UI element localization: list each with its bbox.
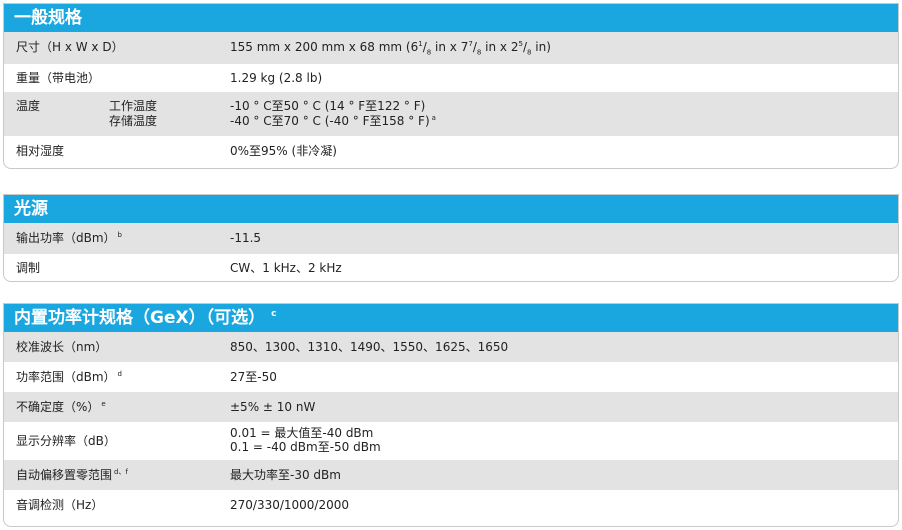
footnote-b: b [117,231,122,239]
footnote-d: d [117,370,122,378]
power-meter-title: 内置功率计规格（GeX）（可选） c [4,304,898,332]
resolution-row: 显示分辨率（dB） 0.01 = 最大值至-40 dBm 0.1 = -40 d… [4,422,898,460]
uncertainty-value: ±5% ± 10 nW [230,400,316,414]
footnote-c: c [271,309,277,320]
autozero-value: 最大功率至-30 dBm [230,468,341,482]
dimensions-value: 155 mm x 200 mm x 68 mm (61/8 in x 77/8 … [230,40,551,57]
footnote-d-f: d、f [114,468,128,476]
dimensions-row: 尺寸（H x W x D） 155 mm x 200 mm x 68 mm (6… [4,32,898,64]
temperature-row: 温度 工作温度 存储温度 -10 ° C至50 ° C (14 ° F至122 … [4,92,898,136]
modulation-value: CW、1 kHz、2 kHz [230,261,342,275]
general-specs-section: 一般规格 尺寸（H x W x D） 155 mm x 200 mm x 68 … [3,3,899,169]
storage-temp-value: -40 ° C至70 ° C (-40 ° F至158 ° F) a [230,114,436,128]
wavelength-label: 校准波长（nm） [16,340,108,354]
temperature-label: 温度 [16,99,41,113]
footnote-a: a [431,114,436,122]
power-range-label: 功率范围（dBm） d [16,370,122,384]
weight-value: 1.29 kg (2.8 lb) [230,71,323,85]
modulation-label: 调制 [16,261,41,275]
humidity-label: 相对湿度 [16,144,65,158]
storage-temp-label: 存储温度 [109,114,158,128]
humidity-row: 相对湿度 0%至95% (非冷凝) [4,136,898,166]
power-range-row: 功率范围（dBm） d 27至-50 [4,362,898,392]
resolution-value-line1: 0.01 = 最大值至-40 dBm [230,426,374,440]
wavelength-row: 校准波长（nm） 850、1300、1310、1490、1550、1625、16… [4,332,898,362]
tone-detection-label: 音调检测（Hz） [16,498,104,512]
dimensions-label: 尺寸（H x W x D） [16,40,124,54]
wavelength-value: 850、1300、1310、1490、1550、1625、1650 [230,340,509,354]
output-power-value: -11.5 [230,231,262,245]
uncertainty-row: 不确定度（%） e ±5% ± 10 nW [4,392,898,422]
power-range-value: 27至-50 [230,370,277,384]
light-source-title: 光源 [4,195,898,223]
output-power-row: 输出功率（dBm） b -11.5 [4,223,898,254]
modulation-row: 调制 CW、1 kHz、2 kHz [4,254,898,281]
weight-row: 重量（带电池） 1.29 kg (2.8 lb) [4,64,898,92]
tone-detection-row: 音调检测（Hz） 270/330/1000/2000 [4,490,898,520]
tone-detection-value: 270/330/1000/2000 [230,498,350,512]
operating-temp-label: 工作温度 [109,99,158,113]
resolution-value-line2: 0.1 = -40 dBm至-50 dBm [230,440,381,454]
output-power-label: 输出功率（dBm） b [16,231,122,245]
uncertainty-label: 不确定度（%） e [16,400,106,414]
resolution-label: 显示分辨率（dB） [16,434,116,448]
general-specs-title: 一般规格 [4,4,898,32]
footnote-e: e [101,400,106,408]
autozero-label: 自动偏移置零范围 d、f [16,468,128,482]
autozero-row: 自动偏移置零范围 d、f 最大功率至-30 dBm [4,460,898,490]
power-meter-section: 内置功率计规格（GeX）（可选） c 校准波长（nm） 850、1300、1310… [3,303,899,527]
humidity-value: 0%至95% (非冷凝) [230,144,337,158]
weight-label: 重量（带电池） [16,71,101,85]
operating-temp-value: -10 ° C至50 ° C (14 ° F至122 ° F) [230,99,426,113]
light-source-section: 光源 输出功率（dBm） b -11.5 调制 CW、1 kHz、2 kHz [3,194,899,282]
